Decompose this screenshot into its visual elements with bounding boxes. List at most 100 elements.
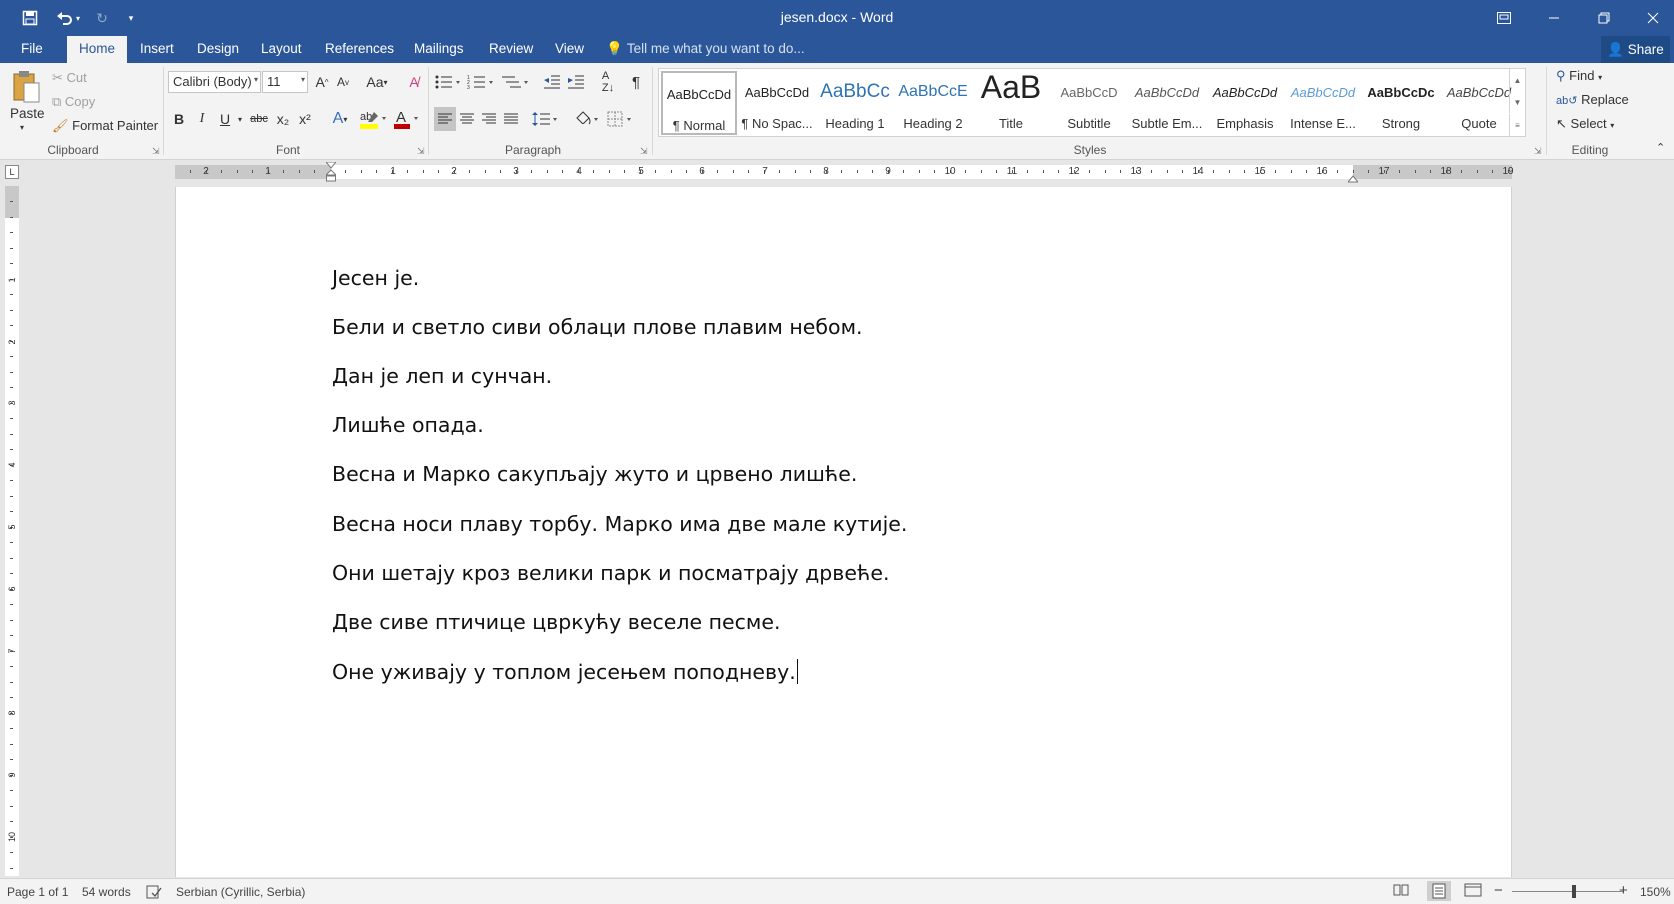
decrease-indent-icon[interactable] [541,72,563,92]
document-paragraph[interactable]: Две сиве птичице цвркућу веселе песме. [332,610,780,634]
clear-formatting-icon[interactable]: A̸ [404,72,424,92]
document-paragraph[interactable]: Лишће опада. [332,413,484,437]
subscript-icon[interactable]: x₂ [273,109,293,129]
copy-button[interactable]: ⧉ Copy [52,94,95,110]
styles-launcher-icon[interactable]: ⇲ [1534,146,1542,157]
superscript-icon[interactable]: x² [295,109,315,129]
tab-design[interactable]: Design [185,36,251,63]
paste-dropdown-icon[interactable]: ▾ [20,123,24,132]
justify-icon[interactable] [500,107,522,131]
replace-button[interactable]: ab↺ Replace [1556,92,1629,107]
horizontal-ruler[interactable]: 2 1 1 2 3 4 5 6 7 8 9 10 11 12 13 14 15 … [175,161,1514,183]
web-layout-icon[interactable] [1464,883,1482,900]
paste-button[interactable]: Paste [10,106,45,121]
clipboard-launcher-icon[interactable]: ⇲ [152,146,160,157]
font-size-combo[interactable]: 11 ▾ [262,71,308,93]
document-paragraph[interactable]: Јесен је. [332,266,419,290]
style-no-spacing[interactable]: AaBbCcDd ¶ No Spac... [739,71,815,135]
grow-font-icon[interactable]: A ^ [312,72,332,92]
style-quote[interactable]: AaBbCcDd Quote [1441,71,1517,135]
zoom-level[interactable]: 150% [1640,885,1671,899]
align-center-icon[interactable] [456,107,478,131]
underline-dropdown-icon[interactable]: ▾ [235,109,245,129]
tab-home[interactable]: Home [67,36,128,63]
italic-icon[interactable]: I [192,109,212,129]
document-paragraph[interactable]: Они шетају кроз велики парк и посматрају… [332,561,889,585]
style-heading-1[interactable]: AaBbCc Heading 1 [817,71,893,135]
text-effects-icon[interactable]: A ▾ [325,109,355,129]
tab-references[interactable]: References [313,36,406,63]
shrink-font-icon[interactable]: Av [333,72,353,92]
share-button[interactable]: 👤 Share [1601,36,1670,63]
style-title[interactable]: AaB Title [973,71,1049,135]
cut-button[interactable]: ✂ Cut [52,70,87,86]
language-indicator[interactable]: Serbian (Cyrillic, Serbia) [176,885,305,899]
word-count[interactable]: 54 words [82,885,131,899]
tell-me-search[interactable]: 💡 Tell me what you want to do... [606,36,805,63]
document-page[interactable]: Јесен је. Бели и светло сиви облаци плов… [175,187,1512,877]
style-heading-2[interactable]: AaBbCcE Heading 2 [895,71,971,135]
line-spacing-icon[interactable] [531,107,561,131]
tab-file[interactable]: File [9,36,55,63]
underline-icon[interactable]: U [215,109,235,129]
strikethrough-icon[interactable]: abc [248,109,270,129]
minimize-icon[interactable] [1531,0,1577,36]
first-line-indent-marker[interactable] [324,161,338,185]
numbering-icon[interactable]: 123 [467,72,497,92]
gallery-more-icon[interactable]: ≡ [1509,114,1525,136]
paste-icon[interactable] [10,67,42,107]
change-case-icon[interactable]: Aa ▾ [362,72,392,92]
document-paragraph[interactable]: Дан је леп и сунчан. [332,364,552,388]
document-paragraph[interactable]: Весна носи плаву торбу. Марко има две ма… [332,512,907,536]
print-layout-icon[interactable] [1427,881,1451,901]
style-subtle-emphasis[interactable]: AaBbCcDd Subtle Em... [1129,71,1205,135]
multilevel-list-icon[interactable] [501,72,531,92]
format-painter-button[interactable]: 🖌 Format Painter [52,118,158,134]
paragraph-launcher-icon[interactable]: ⇲ [640,146,648,157]
style-normal[interactable]: AaBbCcDd ¶ Normal [661,71,737,135]
gallery-scroll-up-icon[interactable]: ▲ [1509,69,1525,91]
sort-icon[interactable]: A Z↓ [597,70,619,94]
font-family-combo[interactable]: Calibri (Body) ▾ [168,71,261,93]
align-left-icon[interactable] [434,107,456,131]
style-subtitle[interactable]: AaBbCcD Subtitle [1051,71,1127,135]
show-formatting-marks-icon[interactable]: ¶ [626,72,646,92]
collapse-ribbon-icon[interactable]: ⌃ [1656,141,1665,154]
gallery-scroll-down-icon[interactable]: ▼ [1509,91,1525,113]
bullets-icon[interactable] [434,72,464,92]
document-paragraph-last[interactable]: Оне уживају у топлом јесењем поподневу. [332,659,798,684]
zoom-slider[interactable] [1512,891,1623,892]
align-right-icon[interactable] [478,107,500,131]
right-indent-marker[interactable] [1346,171,1360,186]
style-intense-emphasis[interactable]: AaBbCcDd Intense E... [1285,71,1361,135]
tab-selector[interactable]: L [5,165,19,179]
tab-insert[interactable]: Insert [128,36,186,63]
tab-mailings[interactable]: Mailings [402,36,476,63]
zoom-slider-thumb[interactable] [1572,885,1577,898]
shading-icon[interactable] [572,107,602,131]
ribbon-display-icon[interactable] [1481,0,1527,36]
tab-review[interactable]: Review [477,36,545,63]
tab-layout[interactable]: Layout [249,36,314,63]
increase-indent-icon[interactable] [565,72,587,92]
document-paragraph[interactable]: Весна и Марко сакупљају жуто и црвено ли… [332,462,857,486]
zoom-in-button[interactable]: + [1619,882,1628,899]
proofing-icon[interactable] [146,885,162,902]
document-paragraph[interactable]: Бели и светло сиви облаци плове плавим н… [332,315,863,339]
style-strong[interactable]: AaBbCcDc Strong [1363,71,1439,135]
highlight-color-icon[interactable]: ab [358,107,388,131]
find-button[interactable]: ⚲ Find ▾ [1556,68,1602,84]
font-launcher-icon[interactable]: ⇲ [417,146,425,157]
close-icon[interactable] [1630,0,1674,36]
page-count[interactable]: Page 1 of 1 [7,885,68,899]
select-button[interactable]: ↖ Select ▾ [1556,116,1614,132]
read-mode-icon[interactable] [1393,883,1409,900]
style-emphasis[interactable]: AaBbCcDd Emphasis [1207,71,1283,135]
vertical-ruler[interactable]: 1 2 3 4 5 6 7 8 9 10 [5,186,19,876]
zoom-out-button[interactable]: − [1494,882,1503,899]
font-color-icon[interactable]: A [392,107,422,131]
tab-view[interactable]: View [543,36,596,63]
restore-icon[interactable] [1581,0,1627,36]
borders-icon[interactable] [606,107,636,131]
bold-icon[interactable]: B [169,109,189,129]
